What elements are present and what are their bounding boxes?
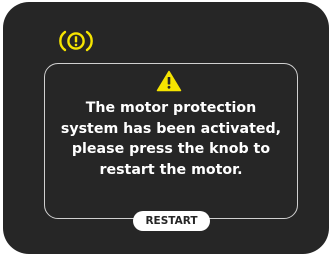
restart-button[interactable]: RESTART — [133, 211, 210, 231]
brake-warning-icon — [59, 30, 93, 52]
dialog-message: The motor protection system has been act… — [60, 100, 282, 178]
warning-triangle-icon — [156, 70, 182, 92]
